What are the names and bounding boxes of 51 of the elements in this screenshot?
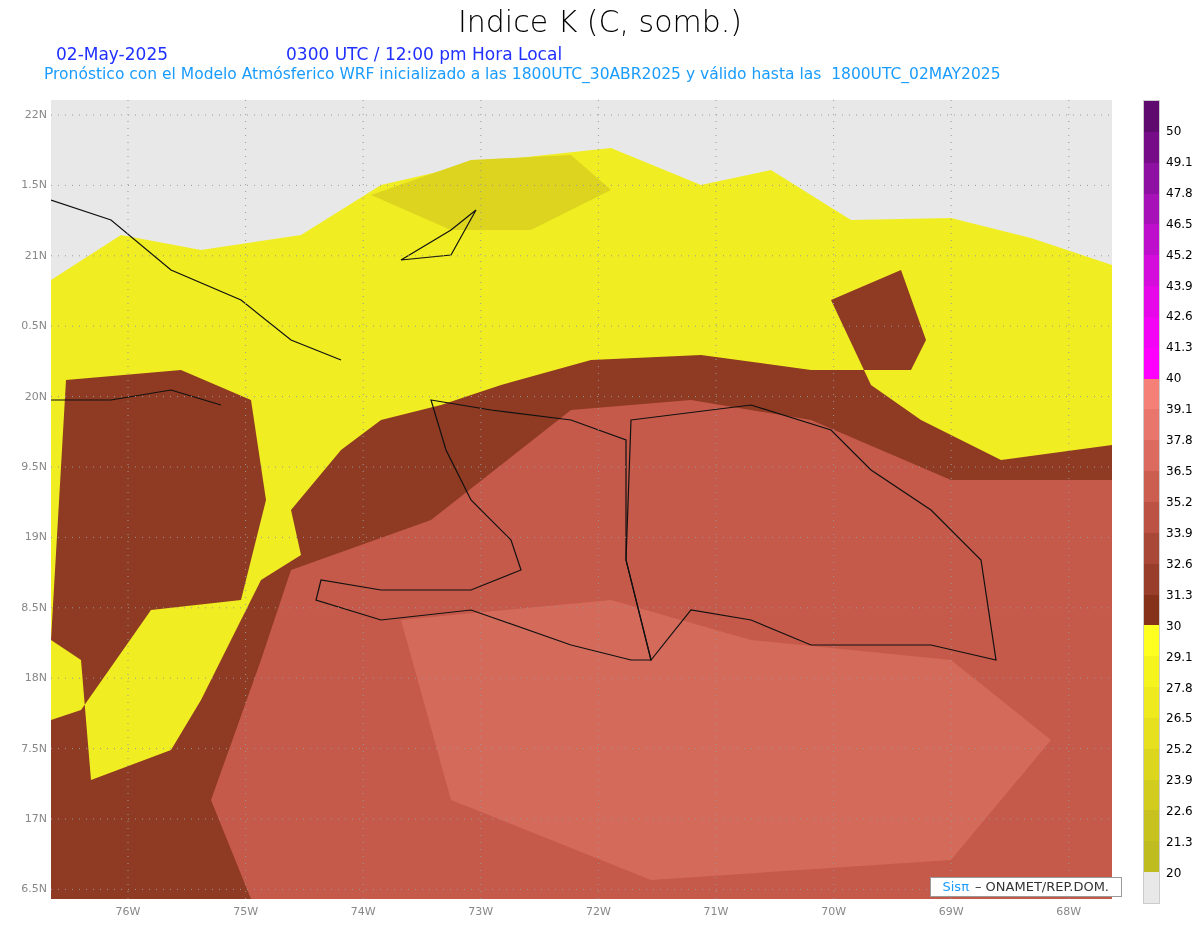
- longitude-label: 74W: [349, 906, 377, 918]
- color-scale-value: 49.1: [1166, 154, 1193, 169]
- color-scale-value: 31.3: [1166, 587, 1193, 602]
- latitude-label: 7.5N: [21, 742, 47, 755]
- color-scale-value: 50: [1166, 123, 1182, 138]
- latitude-label: 21N: [24, 249, 47, 262]
- latitude-label: 1.5N: [21, 179, 47, 192]
- color-scale-value: 27.8: [1166, 680, 1193, 695]
- latitude-label: 9.5N: [21, 461, 47, 473]
- color-scale-value: 32.6: [1166, 556, 1193, 571]
- latitude-label: 17N: [24, 813, 47, 825]
- forecast-description: Pronóstico con el Modelo Atmósferico WRF inicializado a las 1800UTC_30ABR2025 y válido hasta las 1800UTC_02MAY2025: [44, 64, 1001, 85]
- credit-label: Sisπ – ONAMET/REP.DOM.: [929, 877, 1122, 897]
- color-scale-value: 20: [1166, 866, 1182, 881]
- color-scale-value: 46.5: [1166, 216, 1193, 231]
- color-scale-value: 36.5: [1166, 464, 1193, 479]
- color-scale-value: 42.6: [1166, 309, 1193, 324]
- map-title: Indice K (C, somb.): [457, 3, 743, 41]
- color-scale-value: 25.2: [1166, 742, 1193, 757]
- color-scale-value: 33.9: [1166, 525, 1193, 540]
- color-scale-value: 39.1: [1166, 402, 1193, 417]
- longitude-label: 75W: [232, 906, 260, 918]
- color-scale-value: 22.6: [1166, 804, 1193, 819]
- color-scale-value: 43.9: [1166, 278, 1193, 293]
- longitude-label: 71W: [702, 906, 730, 918]
- color-scale-value: 26.5: [1166, 711, 1193, 726]
- color-scale-value: 29.1: [1166, 649, 1193, 664]
- latitude-label: 20N: [24, 390, 47, 403]
- latitude-label: 22N: [24, 109, 47, 121]
- longitude-label: 68W: [1055, 906, 1083, 918]
- latitude-label: 0.5N: [21, 320, 47, 333]
- color-scale-value: 45.2: [1166, 247, 1193, 262]
- latitude-label: 19N: [24, 531, 47, 544]
- color-scale-value: 47.8: [1166, 185, 1193, 200]
- longitude-label: 69W: [937, 906, 965, 918]
- color-scale-value: 21.3: [1166, 835, 1193, 850]
- color-scale-value: 37.8: [1166, 433, 1193, 448]
- color-scale-value: 40: [1166, 371, 1182, 386]
- longitude-label: 72W: [584, 906, 612, 918]
- longitude-label: 70W: [820, 906, 848, 918]
- color-scale-value: 30: [1166, 618, 1182, 633]
- forecast-date: 02-May-2025: [56, 44, 169, 64]
- longitude-label: 76W: [114, 906, 142, 918]
- longitude-label: 73W: [467, 906, 495, 918]
- forecast-time: 0300 UTC / 12:00 pm Hora Local: [286, 44, 563, 64]
- latitude-label: 6.5N: [21, 883, 47, 896]
- latitude-label: 18N: [24, 672, 47, 685]
- color-scale-value: 41.3: [1166, 340, 1193, 355]
- color-scale-value: 23.9: [1166, 773, 1193, 788]
- latitude-label: 8.5N: [21, 601, 47, 614]
- color-scale-value: 35.2: [1166, 495, 1193, 509]
